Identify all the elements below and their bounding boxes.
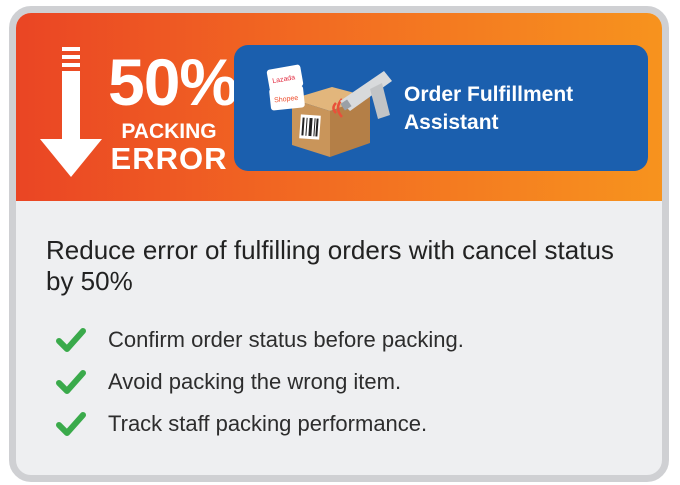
list-item: Confirm order status before packing. [56,319,464,361]
list-item-text: Track staff packing performance. [108,411,428,436]
error-label: ERROR [110,141,228,176]
check-icon [56,328,86,352]
packing-label: PACKING [121,120,217,143]
down-arrow-icon [40,47,102,177]
percent-value: 50% [108,45,238,119]
feature-card: 50% PACKING ERROR Lazada Shopee Order Fu… [9,6,669,482]
list-item: Track staff packing performance. [56,403,464,445]
headline: Reduce error of fulfilling orders with c… [46,235,614,296]
check-icon [56,370,86,394]
list-item: Avoid packing the wrong item. [56,361,464,403]
banner: 50% PACKING ERROR Lazada Shopee Order Fu… [16,13,662,201]
list-item-text: Avoid packing the wrong item. [108,369,402,394]
barcode-scanner-box-icon: Lazada Shopee [266,64,392,157]
check-icon [56,412,86,436]
feature-title: Order Fulfillment Assistant [404,83,574,134]
list-item-text: Confirm order status before packing. [108,327,464,352]
feature-panel: Lazada Shopee Order Fulfillment Assistan… [234,45,648,171]
benefit-list: Confirm order status before packing. Avo… [56,319,464,445]
